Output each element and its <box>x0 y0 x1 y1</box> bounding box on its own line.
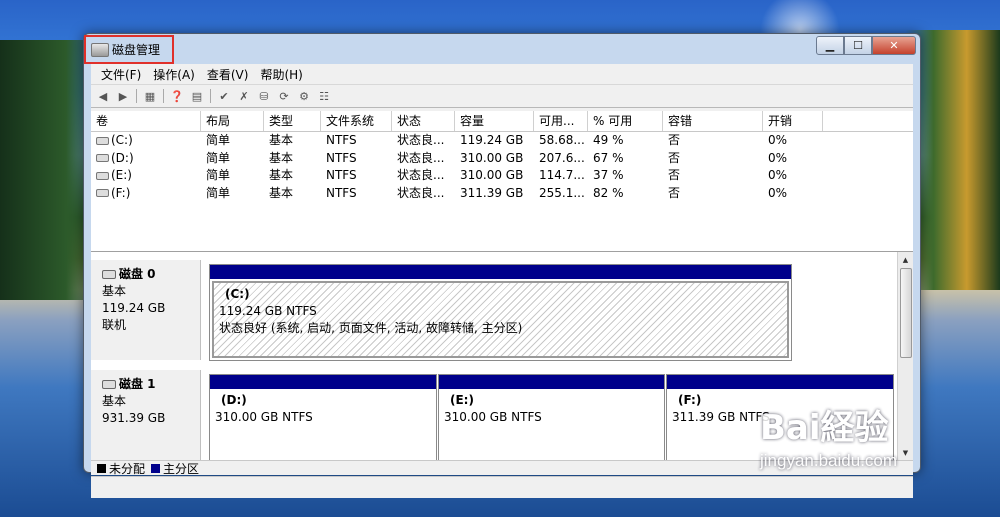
help-icon[interactable]: ❓ <box>169 89 185 103</box>
settings-icon[interactable]: ☷ <box>316 89 332 103</box>
partition-bar <box>210 265 791 279</box>
table-row[interactable]: (F:) 简单 基本 NTFS 状态良... 311.39 GB 255.1... 82 %… <box>91 185 913 203</box>
table-row[interactable]: (C:) 简单 基本 NTFS 状态良... 119.24 GB 58.68... 49 %… <box>91 132 913 150</box>
drive-icon <box>96 189 109 197</box>
menu-view[interactable]: 查看(V) <box>201 66 255 83</box>
scroll-down-icon[interactable]: ▼ <box>898 445 913 460</box>
column-type[interactable]: 类型 <box>264 111 321 131</box>
drive-icon <box>96 171 109 180</box>
connect-icon[interactable]: ⚙ <box>296 89 312 103</box>
column-free[interactable]: 可用... <box>534 111 588 131</box>
legend-primary: 主分区 <box>163 461 200 476</box>
column-percent-free[interactable]: % 可用 <box>588 111 663 131</box>
column-capacity[interactable]: 容量 <box>455 111 534 131</box>
refresh-icon[interactable]: ⟳ <box>276 89 292 103</box>
legend-unallocated: 未分配 <box>109 461 146 476</box>
rescan-icon[interactable]: ✗ <box>236 89 252 103</box>
column-filesystem[interactable]: 文件系统 <box>321 111 392 131</box>
column-layout[interactable]: 布局 <box>201 111 264 131</box>
title-highlight-box: 磁盘管理 <box>84 35 174 64</box>
close-icon: ✕ <box>889 39 899 52</box>
volume-list-header: 卷 布局 类型 文件系统 状态 容量 可用... % 可用 容错 开销 <box>91 111 913 132</box>
disk-icon <box>102 270 116 279</box>
partition-e[interactable]: (E:) 310.00 GB NTFS <box>438 374 665 460</box>
volume-list: 卷 布局 类型 文件系统 状态 容量 可用... % 可用 容错 开销 (C:)… <box>91 111 913 252</box>
unallocated-swatch <box>97 463 106 473</box>
toolbar: ◀ ▶ ▦ ❓ ▤ ✔ ✗ ⛁ ⟳ ⚙ ☷ <box>91 84 913 108</box>
title-bar[interactable]: 磁盘管理 ▁ ☐ ✕ <box>84 34 920 64</box>
maximize-button[interactable]: ☐ <box>844 36 872 55</box>
menu-help[interactable]: 帮助(H) <box>254 66 308 83</box>
forward-icon[interactable]: ▶ <box>115 89 131 103</box>
column-status[interactable]: 状态 <box>392 111 455 131</box>
back-icon[interactable]: ◀ <box>95 89 111 103</box>
menu-action[interactable]: 操作(A) <box>147 66 201 83</box>
view-icon[interactable]: ▦ <box>142 89 158 103</box>
disk-1-label[interactable]: 磁盘 1 基本 931.39 GB <box>91 370 201 460</box>
drive-icon <box>96 154 109 162</box>
menu-file[interactable]: 文件(F) <box>95 66 147 83</box>
minimize-icon: ▁ <box>825 39 835 52</box>
column-overhead[interactable]: 开销 <box>763 111 823 131</box>
status-bar <box>91 476 913 498</box>
column-volume[interactable]: 卷 <box>91 111 201 131</box>
partition-name: (C:) <box>225 287 250 301</box>
watermark: Bai経验 jingyan.baidu.com <box>760 400 897 471</box>
vertical-scrollbar[interactable]: ▲ ▼ <box>897 252 913 460</box>
disk-0-label[interactable]: 磁盘 0 基本 119.24 GB 联机 <box>91 260 201 360</box>
partition-size: 119.24 GB NTFS <box>219 304 317 318</box>
maximize-icon: ☐ <box>853 39 863 52</box>
menu-bar: 文件(F) 操作(A) 查看(V) 帮助(H) <box>91 64 913 84</box>
window-title: 磁盘管理 <box>112 43 161 57</box>
watermark-url: jingyan.baidu.com <box>760 451 898 470</box>
scroll-up-icon[interactable]: ▲ <box>898 252 913 267</box>
properties-icon[interactable]: ▤ <box>189 89 205 103</box>
scroll-thumb[interactable] <box>900 268 912 358</box>
table-row[interactable]: (E:) 简单 基本 NTFS 状态良... 310.00 GB 114.7... 37 %… <box>91 167 913 185</box>
disk-management-icon <box>91 42 109 57</box>
column-fault-tolerance[interactable]: 容错 <box>663 111 763 131</box>
disk-0-row: 磁盘 0 基本 119.24 GB 联机 (C:) 119.24 GB NTFS… <box>91 260 898 361</box>
disk-icon <box>102 380 116 389</box>
minimize-button[interactable]: ▁ <box>816 36 844 55</box>
partition-d[interactable]: (D:) 310.00 GB NTFS <box>209 374 437 460</box>
partition-c[interactable]: (C:) 119.24 GB NTFS 状态良好 (系统, 启动, 页面文件, … <box>209 264 792 361</box>
watermark-logo: Bai経验 <box>760 408 889 448</box>
close-button[interactable]: ✕ <box>872 36 916 55</box>
partition-status: 状态良好 (系统, 启动, 页面文件, 活动, 故障转储, 主分区) <box>219 321 523 335</box>
drive-icon <box>96 136 109 145</box>
table-row[interactable]: (D:) 简单 基本 NTFS 状态良... 310.00 GB 207.6... 67 %… <box>91 150 913 168</box>
primary-swatch <box>151 463 161 473</box>
disk-icon[interactable]: ⛁ <box>256 89 272 103</box>
delete-icon[interactable]: ✔ <box>216 89 232 103</box>
